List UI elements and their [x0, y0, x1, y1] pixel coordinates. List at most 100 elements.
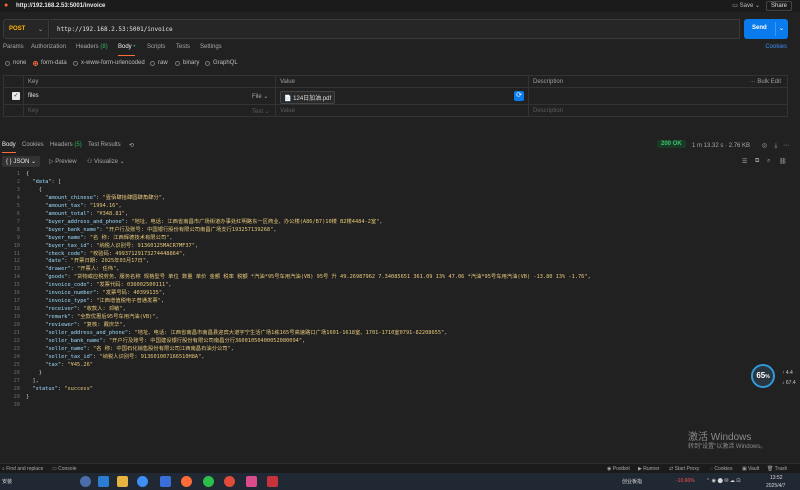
postman-icon[interactable]	[181, 476, 192, 487]
tab-scripts[interactable]: Scripts	[147, 44, 165, 50]
row-type-select[interactable]: File ⌄	[252, 93, 268, 100]
code-line: "buyer_name": "名 称: 江西辉德技术有限公司",	[45, 234, 173, 241]
trash-icon: 🗑	[767, 466, 775, 472]
placeholder-key[interactable]: Key Text ⌄	[24, 105, 276, 117]
save-button[interactable]: ▭ Save ⌄	[732, 2, 760, 9]
radio-none[interactable]: none	[5, 60, 26, 66]
radio-raw[interactable]: raw	[150, 60, 168, 66]
line-number: 8	[16, 226, 20, 233]
globe-icon[interactable]: ◎	[762, 143, 767, 149]
console-button[interactable]: ▭ Console	[52, 466, 76, 472]
tab-test-results[interactable]: Test Results	[88, 142, 121, 148]
tab-settings[interactable]: Settings	[200, 44, 222, 50]
maps-icon[interactable]	[137, 476, 148, 487]
line-number: 12	[13, 258, 20, 265]
row-key-cell[interactable]: files File ⌄	[24, 88, 276, 104]
vscode-icon[interactable]	[160, 476, 171, 487]
wechat-icon[interactable]	[203, 476, 214, 487]
clock-date[interactable]: 2025/4/7	[766, 483, 785, 489]
save-response-icon[interactable]: ⤓	[775, 143, 778, 149]
share-button[interactable]: Share	[765, 1, 792, 11]
clock-time[interactable]: 13:52	[770, 475, 783, 481]
tab-authorization[interactable]: Authorization	[31, 44, 66, 50]
response-time: 1 m 13.32 s	[692, 143, 724, 149]
tab-response-cookies[interactable]: Cookies	[22, 142, 44, 148]
app-icon[interactable]	[246, 476, 257, 487]
url-input[interactable]: http://192.168.2.53:5001/invoice	[50, 19, 740, 39]
windows-start-icon[interactable]	[80, 476, 91, 487]
copy-icon[interactable]: ⧉	[755, 158, 759, 165]
history-icon[interactable]: ⟲	[129, 142, 134, 149]
placeholder-value[interactable]: Value	[276, 105, 529, 117]
runner-button[interactable]: ▶ Runner	[638, 466, 660, 472]
find-replace-button[interactable]: ⌕ Find and replace	[2, 466, 43, 472]
postbot-button[interactable]: ◉ Postbot	[607, 466, 630, 472]
line-number: 19	[13, 314, 20, 321]
radio-binary[interactable]: binary	[175, 60, 199, 66]
row-key: files	[28, 93, 39, 99]
placeholder-description[interactable]: Description	[529, 105, 787, 117]
line-number: 10	[13, 242, 20, 249]
radio-form-data[interactable]: form-data	[33, 60, 67, 66]
window-title: http://192.168.2.53:5001/invoice	[16, 3, 106, 9]
tray-icons[interactable]: ⌃ ◉ ⬤ ✉ ☁ ⊡	[706, 478, 740, 484]
key-header: Key	[24, 76, 276, 87]
more-icon[interactable]: ⋯	[783, 143, 789, 149]
placeholder-type-select[interactable]: Text ⌄	[252, 108, 270, 115]
tab-response-body[interactable]: Body	[2, 142, 16, 153]
line-number: 24	[13, 353, 20, 360]
start-proxy-button[interactable]: ⇄ Start Proxy	[669, 466, 699, 472]
bulk-edit-link[interactable]: ··· Bulk Edit	[750, 79, 781, 85]
response-meta: 1 m 13.32 s · 2.76 KB ◎ ⤓ ⋯	[692, 143, 789, 149]
visualize-icon: ⚇	[87, 159, 95, 165]
code-line: "invoice_type": "江西增值税电子普通发票",	[45, 298, 165, 305]
row-value-cell[interactable]: 📄 124日加油.pdf ⟳	[276, 88, 529, 104]
radio-graphql[interactable]: GraphQL	[205, 60, 238, 66]
filter-icon[interactable]: ☰	[742, 158, 747, 165]
code-line: "buyer_address_and_phone": "地址、电话: 江西省南昌…	[45, 218, 383, 225]
vault-button[interactable]: ▣ Vault	[742, 466, 759, 472]
chrome-icon[interactable]	[224, 476, 235, 487]
tab-headers[interactable]: Headers (8)	[76, 44, 108, 50]
line-number: 5	[16, 202, 20, 209]
tab-response-headers[interactable]: Headers (5)	[50, 142, 82, 148]
tab-params[interactable]: Params	[3, 44, 24, 50]
format-select[interactable]: { } JSON ⌄	[2, 156, 40, 167]
task-view-icon[interactable]	[98, 476, 109, 487]
trash-button[interactable]: 🗑 Trash	[767, 466, 787, 472]
speed-gauge[interactable]: 65%	[751, 364, 775, 388]
net-download: ↓ 67.4	[782, 380, 796, 386]
send-button[interactable]: Send ⌄	[744, 19, 788, 39]
preview-button[interactable]: ▷ Preview	[49, 158, 77, 165]
table-row: ✓ files File ⌄ 📄 124日加油.pdf ⟳	[4, 88, 787, 105]
file-icon: 📄	[284, 96, 294, 102]
tab-body[interactable]: Body •	[118, 44, 136, 56]
app-red-icon[interactable]	[267, 476, 278, 487]
stock-change: -10.66%	[676, 478, 695, 484]
cookies-button[interactable]: ◌ Cookies	[710, 466, 732, 472]
visualize-button[interactable]: ⚇ Visualize ⌄	[87, 158, 125, 165]
radio-dot	[5, 60, 10, 66]
link-icon[interactable]: ⛓	[779, 158, 787, 165]
postman-logo-icon: ●	[4, 2, 9, 9]
line-number: 9	[16, 234, 20, 241]
chevron-down-icon[interactable]: ⌄	[779, 25, 784, 32]
stock-name[interactable]: 创业板指	[622, 478, 642, 485]
line-number: 13	[13, 266, 20, 273]
file-chip[interactable]: 📄 124日加油.pdf	[280, 91, 336, 104]
response-body-viewer[interactable]: 1 {2 "data": [3 {4 "amount_chinese": "壹佰肆…	[0, 171, 800, 461]
code-line: "tax": "¥45.26"	[45, 361, 93, 368]
row-checkbox[interactable]: ✓	[12, 92, 20, 100]
weather-widget[interactable]: 安装	[2, 478, 12, 485]
send-label: Send	[752, 25, 767, 31]
radio-urlencoded[interactable]: x-www-form-urlencoded	[73, 60, 145, 66]
line-number: 30	[13, 401, 20, 408]
value-header: Value	[276, 76, 529, 87]
file-explorer-icon[interactable]	[117, 476, 128, 487]
method-select[interactable]: POST ⌄	[3, 19, 49, 39]
row-description-cell[interactable]	[529, 88, 787, 104]
cookies-link[interactable]: Cookies	[765, 44, 787, 50]
tab-tests[interactable]: Tests	[176, 44, 190, 50]
search-icon[interactable]: ⌕	[767, 158, 770, 165]
sync-icon[interactable]: ⟳	[514, 91, 524, 101]
